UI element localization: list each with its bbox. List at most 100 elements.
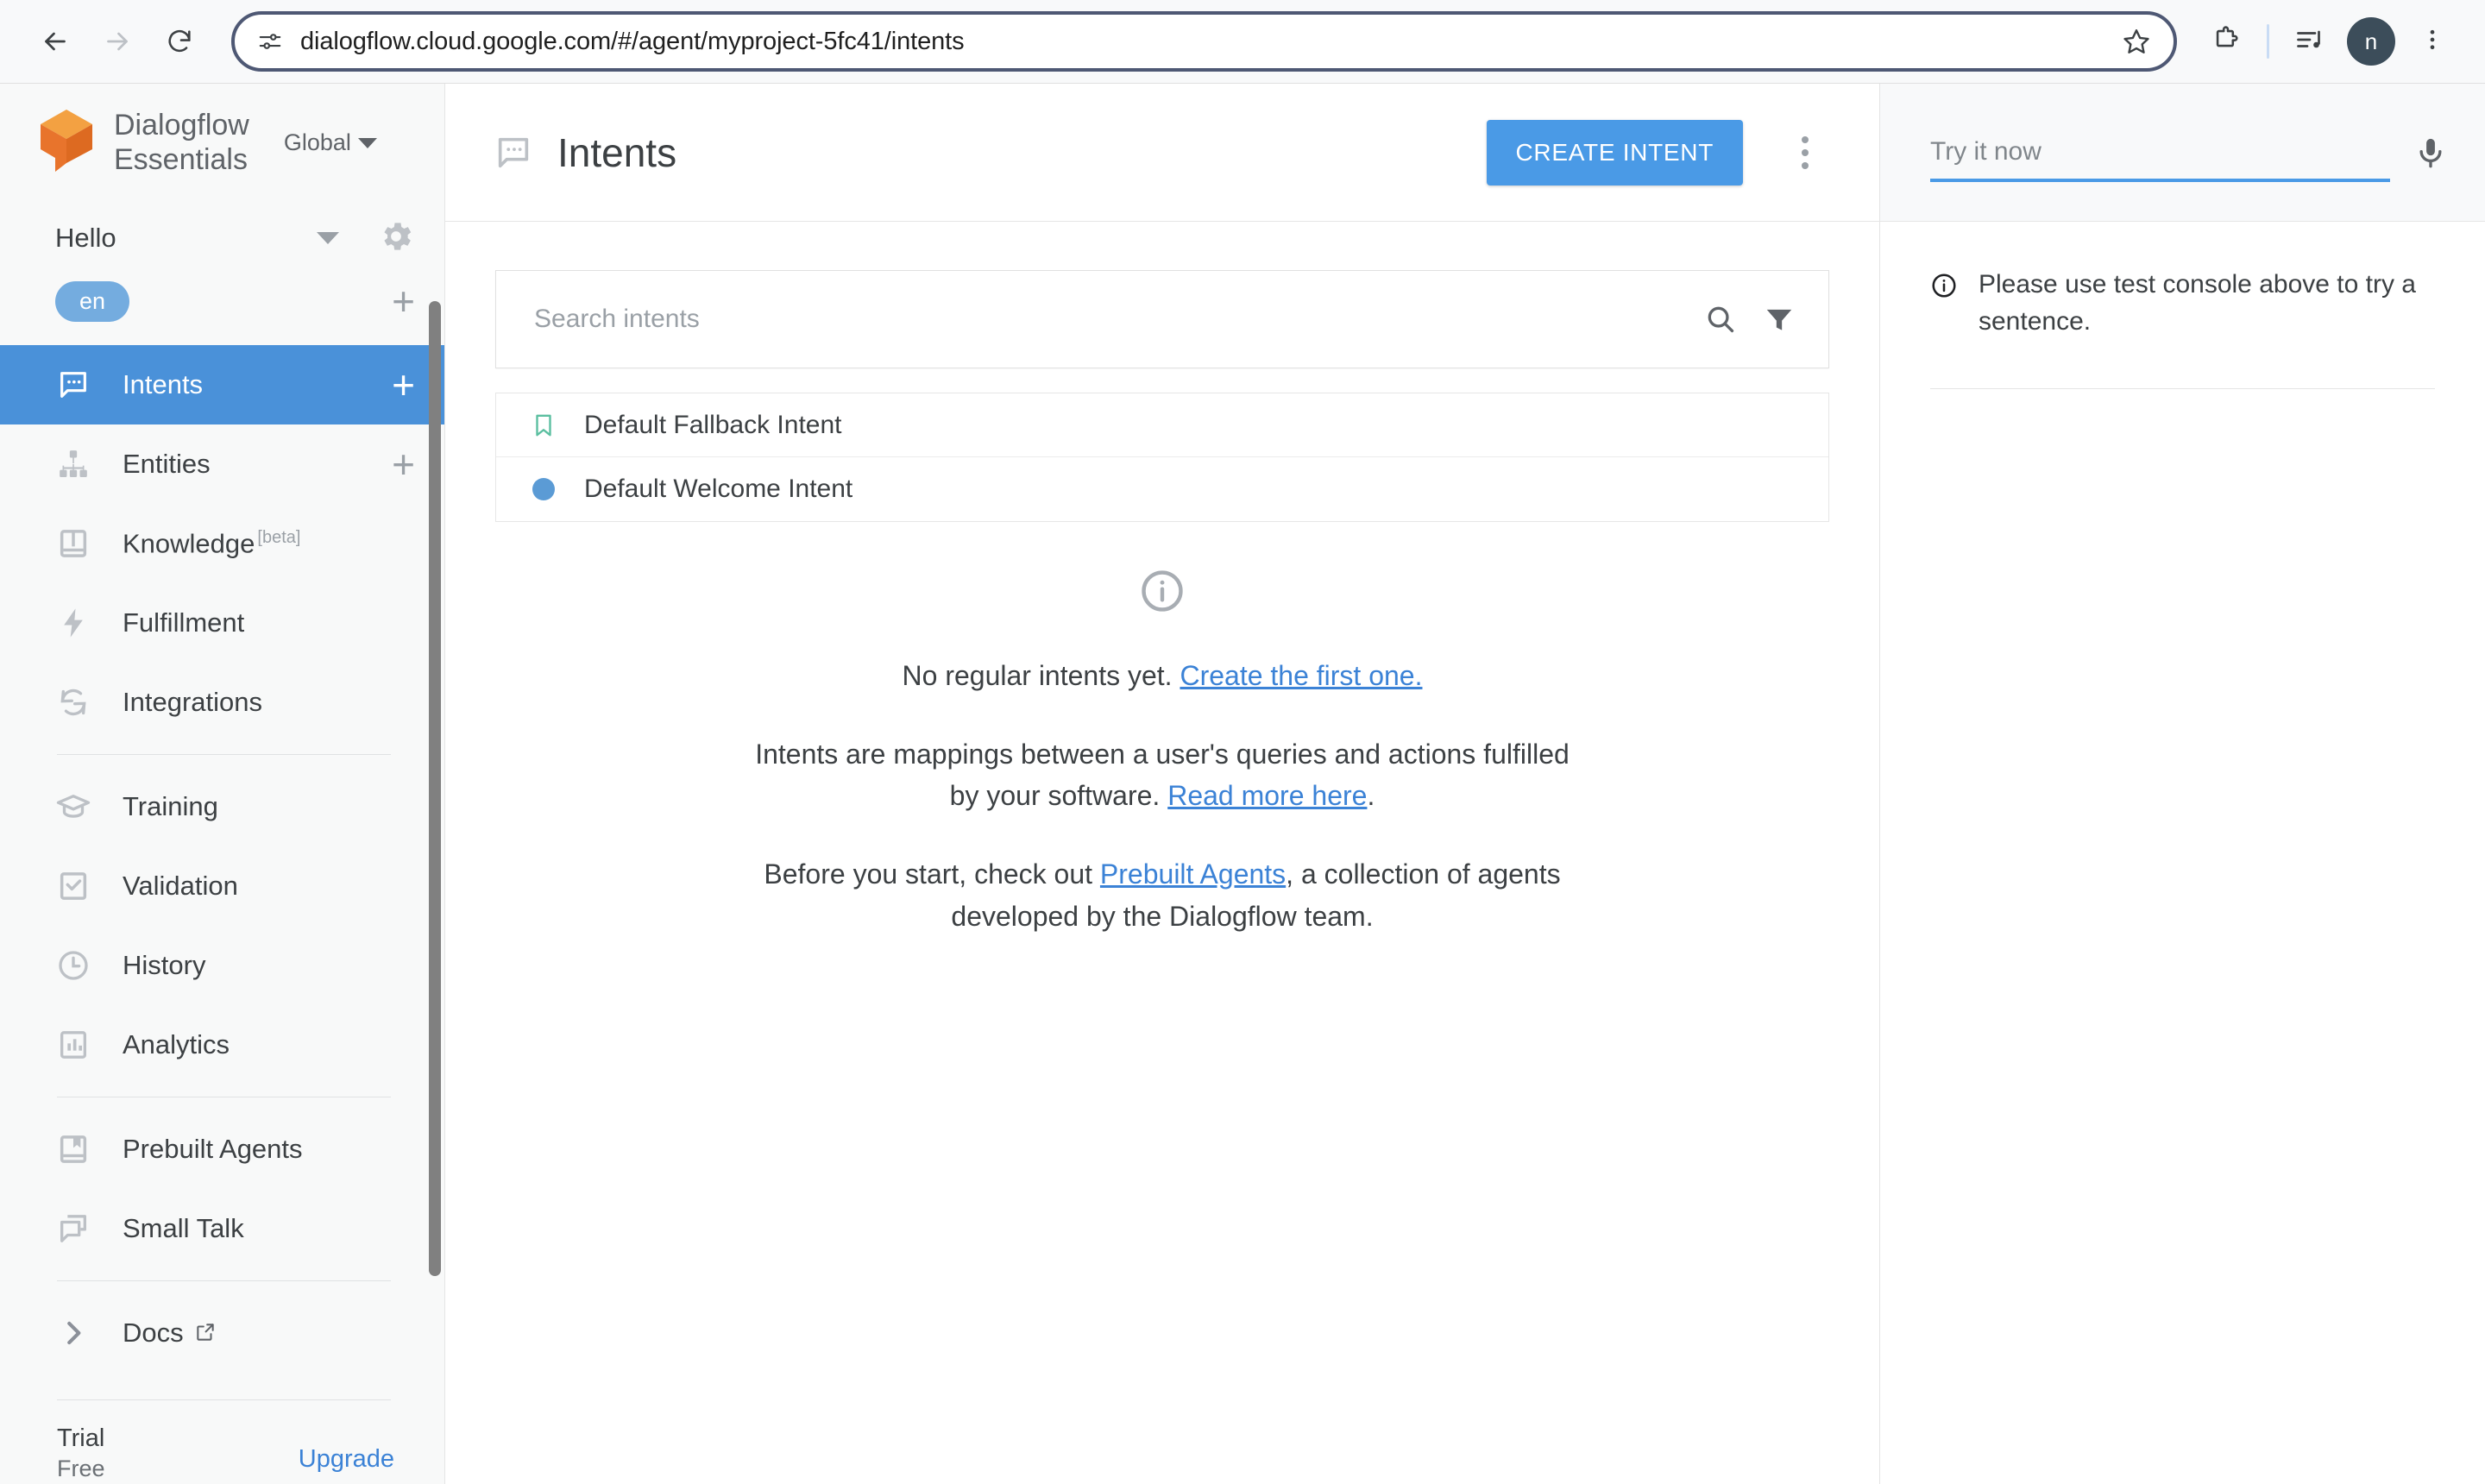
media-playlist-icon	[2294, 24, 2325, 60]
sidebar-item-label: Validation	[123, 871, 415, 902]
extensions-puzzle-icon	[2211, 25, 2241, 59]
empty-state-line-3: Before you start, check out Prebuilt Age…	[754, 853, 1570, 937]
prebuilt-agents-link[interactable]: Prebuilt Agents	[1100, 858, 1286, 890]
sidebar-item-label: Prebuilt Agents	[123, 1134, 415, 1165]
sidebar-nav: Intents + Entities +	[0, 333, 444, 1399]
trial-subtitle: Free	[57, 1454, 299, 1484]
test-console-panel: Please use test console above to try a s…	[1879, 84, 2485, 1484]
sidebar-item-label: Training	[123, 791, 415, 822]
brand-name: Dialogflow Essentials	[114, 109, 249, 177]
intent-list: Default Fallback Intent Default Welcome …	[495, 393, 1829, 522]
sidebar-divider-3	[57, 1280, 391, 1281]
sidebar-item-knowledge[interactable]: Knowledge[beta]	[0, 504, 444, 583]
agent-selector[interactable]: Hello	[0, 202, 444, 269]
sidebar-item-label: Intents	[123, 369, 362, 400]
book-icon	[53, 526, 93, 561]
empty-text-3a: Before you start, check out	[764, 858, 1100, 890]
bookmark-star-icon[interactable]	[2122, 27, 2151, 56]
sidebar-item-history[interactable]: History	[0, 926, 444, 1005]
extensions-button[interactable]	[2198, 13, 2255, 70]
search-input[interactable]	[534, 305, 1678, 334]
table-row[interactable]: Default Fallback Intent	[496, 393, 1828, 457]
trial-title: Trial	[57, 1423, 299, 1454]
media-control-button[interactable]	[2281, 13, 2338, 70]
empty-state-line-2: Intents are mappings between a user's qu…	[754, 733, 1570, 817]
hint-text: Please use test console above to try a s…	[1979, 267, 2435, 340]
graduation-cap-icon	[53, 789, 93, 825]
sidebar-item-validation[interactable]: Validation	[0, 846, 444, 926]
microphone-icon[interactable]	[2413, 135, 2449, 171]
forward-arrow-icon	[102, 26, 133, 57]
chat-bubbles-icon	[53, 1211, 93, 1246]
chevron-down-icon[interactable]	[317, 232, 339, 244]
table-row[interactable]: Default Welcome Intent	[496, 457, 1828, 521]
external-link-icon	[194, 1321, 217, 1343]
sidebar-item-integrations[interactable]: Integrations	[0, 663, 444, 742]
sidebar-item-training[interactable]: Training	[0, 767, 444, 846]
hierarchy-icon	[53, 447, 93, 481]
test-console-body: Please use test console above to try a s…	[1880, 222, 2485, 389]
sidebar-scrollbar[interactable]	[429, 301, 441, 1276]
beta-badge: [beta]	[257, 528, 300, 547]
region-label: Global	[284, 129, 351, 156]
search-icon[interactable]	[1704, 303, 1737, 336]
toolbar-divider	[2267, 24, 2269, 59]
agent-name: Hello	[55, 223, 317, 254]
profile-avatar[interactable]: n	[2347, 17, 2395, 66]
sidebar-item-label: Small Talk	[123, 1213, 415, 1244]
dialogflow-logo-icon	[38, 108, 95, 178]
intent-name: Default Welcome Intent	[584, 475, 852, 504]
chevron-right-icon	[53, 1317, 93, 1349]
sidebar-item-intents[interactable]: Intents +	[0, 345, 444, 424]
intents-body: Default Fallback Intent Default Welcome …	[445, 222, 1879, 1484]
chat-bubble-icon	[494, 133, 533, 173]
bar-chart-icon	[53, 1028, 93, 1062]
intent-name: Default Fallback Intent	[584, 411, 842, 440]
reload-button[interactable]	[148, 10, 211, 72]
page-header: Intents CREATE INTENT	[445, 84, 1879, 222]
upgrade-link[interactable]: Upgrade	[299, 1423, 394, 1474]
add-intent-button[interactable]: +	[392, 365, 415, 405]
create-intent-button[interactable]: CREATE INTENT	[1487, 120, 1743, 186]
site-settings-icon[interactable]	[257, 28, 283, 54]
sidebar-item-small-talk[interactable]: Small Talk	[0, 1189, 444, 1268]
sidebar-item-label: Fulfillment	[123, 607, 415, 638]
sidebar-item-prebuilt-agents[interactable]: Prebuilt Agents	[0, 1110, 444, 1189]
test-console-hint: Please use test console above to try a s…	[1930, 267, 2435, 340]
sidebar-item-analytics[interactable]: Analytics	[0, 1005, 444, 1085]
info-circle-icon	[754, 567, 1570, 615]
add-language-button[interactable]: +	[392, 281, 415, 321]
create-first-intent-link[interactable]: Create the first one.	[1180, 660, 1422, 691]
region-selector[interactable]: Global	[284, 129, 377, 156]
empty-text-2b: .	[1367, 780, 1375, 811]
sidebar-item-label: Analytics	[123, 1029, 415, 1060]
app-shell: Dialogflow Essentials Global Hello en +	[0, 83, 2485, 1484]
forward-button[interactable]	[86, 10, 148, 72]
reload-icon	[165, 27, 194, 56]
blue-dot-icon	[529, 478, 558, 500]
sidebar-item-docs[interactable]: Docs	[0, 1293, 444, 1373]
checkbox-icon	[53, 869, 93, 903]
sidebar-item-entities[interactable]: Entities +	[0, 424, 444, 504]
read-more-link[interactable]: Read more here	[1167, 780, 1367, 811]
more-vert-icon[interactable]	[1779, 122, 1831, 184]
browser-toolbar: dialogflow.cloud.google.com/#/agent/mypr…	[0, 0, 2485, 83]
search-bar[interactable]	[495, 270, 1829, 368]
sidebar-item-label: Entities	[123, 449, 362, 480]
sidebar-divider-1	[57, 754, 391, 755]
add-entity-button[interactable]: +	[392, 444, 415, 484]
test-console-header	[1880, 84, 2485, 222]
back-button[interactable]	[24, 10, 86, 72]
chrome-menu-button[interactable]	[2404, 13, 2461, 70]
brand-header: Dialogflow Essentials Global	[0, 84, 444, 202]
language-chip-en[interactable]: en	[55, 281, 129, 322]
clock-icon	[53, 948, 93, 983]
empty-state: No regular intents yet. Create the first…	[495, 522, 1829, 937]
try-it-now-input[interactable]	[1930, 137, 2390, 182]
sidebar-item-fulfillment[interactable]: Fulfillment	[0, 583, 444, 663]
agent-settings-button[interactable]	[377, 217, 415, 260]
filter-icon[interactable]	[1763, 303, 1796, 336]
empty-text-2a: Intents are mappings between a user's qu…	[755, 739, 1570, 812]
chevron-down-icon	[358, 138, 377, 148]
address-bar[interactable]: dialogflow.cloud.google.com/#/agent/mypr…	[231, 11, 2177, 72]
